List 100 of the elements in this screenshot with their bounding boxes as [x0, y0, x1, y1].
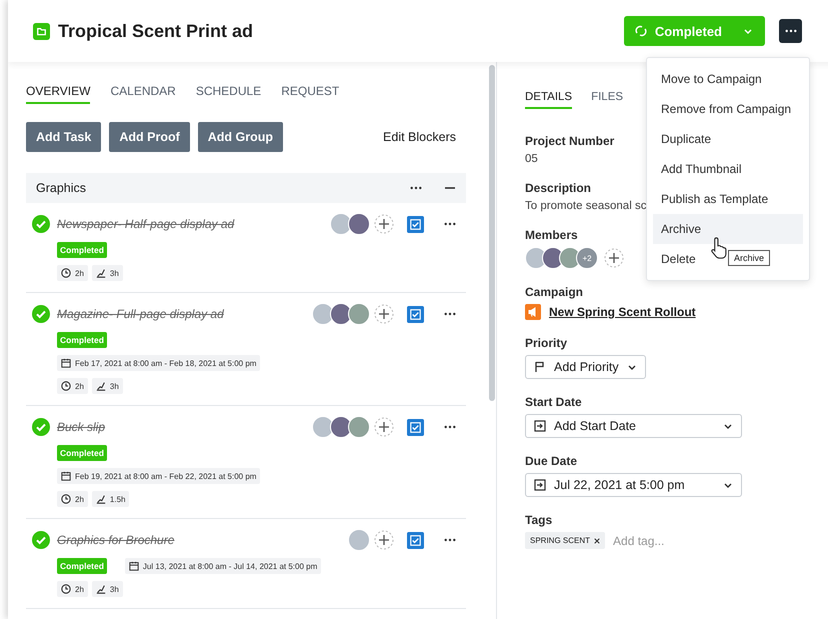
- checklist-icon[interactable]: [407, 306, 424, 322]
- more-icon: [784, 29, 796, 33]
- folder-icon: [33, 22, 50, 40]
- tab[interactable]: FILES: [591, 91, 624, 109]
- group-header[interactable]: Graphics: [26, 173, 466, 203]
- avatar: [312, 416, 334, 438]
- avatar: [348, 303, 370, 325]
- field-label: Description: [525, 181, 592, 195]
- status-badge: Completed: [57, 332, 107, 348]
- menu-item[interactable]: Remove from Campaign: [653, 94, 803, 124]
- avatar: [330, 416, 352, 438]
- tag-chip: SPRING SCENT: [525, 532, 606, 549]
- tab[interactable]: OVERVIEW: [26, 84, 90, 104]
- menu-item[interactable]: Archive: [653, 214, 803, 244]
- add-member-icon[interactable]: [374, 214, 394, 234]
- checklist-icon[interactable]: [407, 532, 424, 548]
- add-member-icon[interactable]: [374, 530, 394, 550]
- check-circle-icon[interactable]: [32, 215, 50, 233]
- calendar-icon: [61, 471, 71, 481]
- more-icon[interactable]: [444, 312, 456, 316]
- add-member-icon[interactable]: [374, 304, 394, 324]
- close-icon[interactable]: [594, 538, 600, 544]
- checklist-icon[interactable]: [407, 418, 424, 436]
- task-name[interactable]: Newspaper- Half-page display ad: [57, 217, 334, 231]
- start-date-dropdown[interactable]: Add Start Date: [525, 414, 742, 438]
- tab[interactable]: CALENDAR: [110, 84, 176, 104]
- action-button[interactable]: Add Proof: [109, 122, 190, 152]
- campaign-link[interactable]: New Spring Scent Rollout: [549, 305, 696, 319]
- chart-line-icon: [96, 381, 106, 391]
- add-member-icon[interactable]: [604, 248, 624, 268]
- estimate-chip: 2h: [57, 265, 88, 281]
- date-range-chip: Feb 19, 2021 at 8:00 am - Feb 22, 2021 at 5:00 pm: [57, 468, 260, 484]
- chart-line-icon: [96, 584, 106, 594]
- edit-blockers-button[interactable]: Edit Blockers: [383, 130, 456, 144]
- more-icon[interactable]: [444, 538, 456, 542]
- tracked-time-chip: 3h: [92, 581, 123, 597]
- avatar: [348, 213, 370, 235]
- status-badge: Completed: [57, 558, 107, 574]
- menu-item[interactable]: Publish as Template: [653, 184, 803, 214]
- check-circle-icon[interactable]: [32, 305, 50, 323]
- tooltip: Archive: [728, 250, 770, 266]
- calendar-icon: [61, 358, 71, 368]
- menu-item[interactable]: Move to Campaign: [653, 64, 803, 94]
- chart-line-icon: [96, 494, 106, 504]
- tab[interactable]: REQUEST: [281, 84, 340, 104]
- menu-item[interactable]: Add Thumbnail: [653, 154, 803, 184]
- action-button[interactable]: Add Group: [198, 122, 284, 152]
- flag-icon: [534, 361, 546, 373]
- checklist-icon[interactable]: [407, 216, 424, 232]
- date-enter-icon: [534, 479, 546, 491]
- field-label: Campaign: [525, 285, 584, 299]
- avatar: [348, 529, 370, 551]
- more-button[interactable]: [779, 19, 802, 43]
- more-icon[interactable]: [410, 186, 422, 190]
- check-circle-icon[interactable]: [32, 418, 50, 436]
- clock-icon: [61, 584, 71, 594]
- check-circle-icon[interactable]: [32, 531, 50, 549]
- tracked-time-chip: 3h: [92, 265, 123, 281]
- add-member-icon[interactable]: [374, 417, 394, 437]
- more-icon[interactable]: [444, 222, 456, 226]
- tracked-time-chip: 3h: [92, 378, 123, 394]
- task-name[interactable]: Graphics for Brochure: [57, 533, 352, 547]
- avatar: [525, 247, 547, 269]
- task-name[interactable]: Buck slip: [57, 420, 316, 434]
- hand-cursor-icon: [711, 236, 728, 260]
- group-name: Graphics: [36, 181, 88, 195]
- field-label: Priority: [525, 336, 568, 350]
- due-date-dropdown[interactable]: Jul 22, 2021 at 5:00 pm: [525, 473, 742, 497]
- avatar: [312, 303, 334, 325]
- project-title: Tropical Scent Print ad: [58, 20, 254, 42]
- description-text: To promote seasonal sc: [525, 200, 646, 212]
- tab[interactable]: SCHEDULE: [196, 84, 262, 104]
- date-range-chip: Jul 13, 2021 at 8:00 am - Jul 14, 2021 at 5:00 pm: [124, 558, 322, 574]
- clock-icon: [61, 268, 71, 278]
- field-label: Tags: [525, 513, 552, 527]
- field-label: Members: [525, 228, 578, 242]
- priority-dropdown[interactable]: Add Priority: [525, 355, 646, 379]
- refresh-icon: [634, 24, 648, 38]
- avatar: [330, 303, 352, 325]
- date-enter-icon: [534, 420, 546, 432]
- tab[interactable]: DETAILS: [525, 91, 572, 109]
- field-label: Project Number: [525, 134, 614, 148]
- project-number: 05: [525, 153, 538, 165]
- field-label: Due Date: [525, 454, 578, 468]
- estimate-chip: 2h: [57, 581, 88, 597]
- calendar-icon: [128, 561, 139, 571]
- avatar: [348, 416, 370, 438]
- menu-item[interactable]: Duplicate: [653, 124, 803, 154]
- more-icon[interactable]: [444, 425, 456, 429]
- field-label: Start Date: [525, 395, 582, 409]
- scrollbar-thumb[interactable]: [489, 65, 495, 401]
- clock-icon: [61, 494, 71, 504]
- chart-line-icon: [96, 268, 106, 278]
- task-name[interactable]: Magazine- Full-page display ad: [57, 307, 316, 321]
- tracked-time-chip: 1.5h: [92, 491, 130, 507]
- action-button[interactable]: Add Task: [26, 122, 102, 152]
- megaphone-icon: [525, 304, 541, 320]
- date-range-chip: Feb 17, 2021 at 8:00 am - Feb 18, 2021 at 5:00 pm: [57, 355, 260, 371]
- status-badge: Completed: [57, 445, 107, 461]
- estimate-chip: 2h: [57, 378, 88, 394]
